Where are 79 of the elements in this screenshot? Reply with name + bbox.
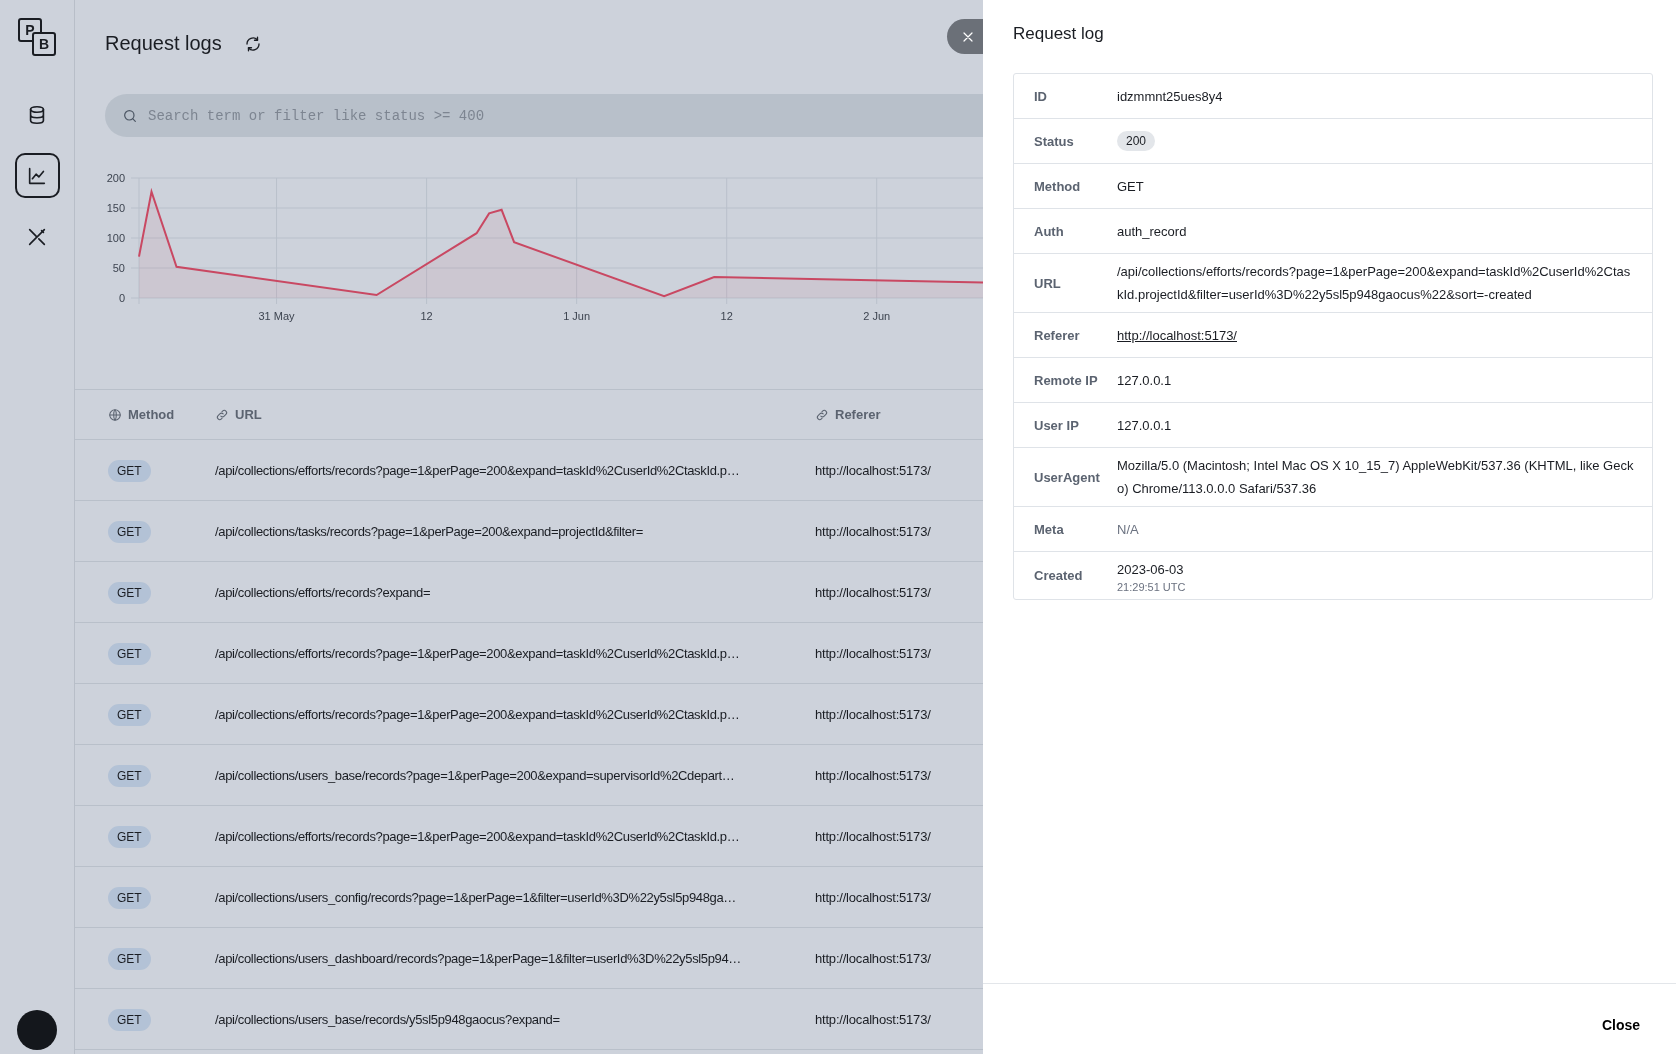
panel-title: Request log <box>1013 24 1105 44</box>
method-badge: GET <box>108 582 151 604</box>
field-value: 127.0.0.1 <box>1117 417 1172 433</box>
field-value: idzmmnt25ues8y4 <box>1117 88 1223 104</box>
url-text: /api/collections/efforts/records?expand= <box>215 585 431 600</box>
field-label: Method <box>1033 178 1082 194</box>
avatar[interactable] <box>17 1010 57 1050</box>
referer-text: http://localhost:5173/ <box>815 951 931 966</box>
field-value: 127.0.0.1 <box>1117 372 1172 388</box>
referer-text: http://localhost:5173/ <box>815 585 931 600</box>
field-value: GET <box>1117 178 1144 194</box>
axis-label: 12 <box>720 310 733 322</box>
field-value: auth_record <box>1117 223 1187 239</box>
method-badge: GET <box>108 1009 151 1031</box>
method-badge: GET <box>108 948 151 970</box>
method-badge: GET <box>108 826 151 848</box>
axis-label: 0 <box>118 292 125 304</box>
method-badge: GET <box>108 460 151 482</box>
column-header[interactable]: Referer <box>815 407 983 422</box>
referer-link[interactable]: http://localhost:5173/ <box>1117 327 1237 343</box>
logo[interactable]: P B <box>18 18 56 56</box>
axis-label: 2 Jun <box>863 310 891 322</box>
url-text: /api/collections/users_base/records?page=1&perPage=200&expand=supervisorId%2Cdepart… <box>215 768 735 783</box>
referer-text: http://localhost:5173/ <box>815 524 931 539</box>
axis-label: 150 <box>106 202 125 214</box>
field-label: Auth <box>1033 223 1065 239</box>
column-header[interactable]: Method <box>75 407 215 422</box>
field-value: N/A <box>1117 521 1139 537</box>
column-header[interactable]: URL <box>215 407 815 422</box>
method-badge: GET <box>108 643 151 665</box>
method-badge: GET <box>108 704 151 726</box>
field-label: User IP <box>1033 417 1080 433</box>
time-text: 21:29:51 UTC <box>1117 581 1187 593</box>
logo-letter: B <box>32 32 56 56</box>
referer-text: http://localhost:5173/ <box>815 829 931 844</box>
link-icon <box>815 407 829 422</box>
link-icon <box>215 407 229 422</box>
method-badge: GET <box>108 765 151 787</box>
field-label: Status <box>1033 133 1075 149</box>
axis-label: 200 <box>106 172 125 184</box>
axis-label: 100 <box>106 232 125 244</box>
axis-label: 31 May <box>258 310 295 322</box>
method-badge: GET <box>108 887 151 909</box>
chart-nav-button[interactable] <box>14 153 60 198</box>
field-value: /api/collections/efforts/records?page=1&perPage=200&expand=taskId%2CuserId%2CtaskId.projectId&filter=userId%3D%22y5sl5p948gaocus%22&sort=-created <box>1117 264 1631 302</box>
url-text: /api/collections/users_config/records?page=1&perPage=1&filter=userId%3D%22y5sl5p948ga… <box>215 890 736 905</box>
url-text: /api/collections/efforts/records?page=1&perPage=200&expand=taskId%2CuserId%2CtaskId.p… <box>215 829 740 844</box>
referer-text: http://localhost:5173/ <box>815 1012 931 1027</box>
field-value: Mozilla/5.0 (Macintosh; Intel Mac OS X 10_15_7) AppleWebKit/537.36 (KHTML, like Gecko) Chrome/113.0.0.0 Safari/537.36 <box>1117 458 1634 496</box>
field-label: Remote IP <box>1033 372 1099 388</box>
url-text: /api/collections/users_dashboard/records?page=1&perPage=1&filter=userId%3D%22y5sl5p94… <box>215 951 741 966</box>
field-label: Referer <box>1033 327 1081 343</box>
globe-icon <box>108 407 122 422</box>
page-title: Request logs <box>105 32 222 55</box>
url-text: /api/collections/efforts/records?page=1&perPage=200&expand=taskId%2CuserId%2CtaskId.p… <box>215 463 740 478</box>
referer-text: http://localhost:5173/ <box>815 463 931 478</box>
field-label: Meta <box>1033 521 1065 537</box>
field-label: ID <box>1033 88 1048 104</box>
refresh-icon <box>243 34 262 53</box>
close-button[interactable]: Close <box>1591 1009 1650 1041</box>
referer-text: http://localhost:5173/ <box>815 707 931 722</box>
method-badge: GET <box>108 521 151 543</box>
field-label: Created <box>1033 568 1084 583</box>
axis-label: 1 Jun <box>563 310 591 322</box>
field-label: URL <box>1033 275 1062 291</box>
referer-text: http://localhost:5173/ <box>815 768 931 783</box>
status-badge: 200 <box>1117 131 1156 151</box>
search-field[interactable]: Search term or filter like status >= 400 <box>105 94 983 137</box>
url-text: /api/collections/users_base/records/y5sl5p948gaocus?expand= <box>215 1012 560 1027</box>
field-label: UserAgent <box>1033 469 1101 485</box>
search-icon <box>122 108 138 124</box>
referer-text: http://localhost:5173/ <box>815 890 931 905</box>
url-text: /api/collections/efforts/records?page=1&perPage=200&expand=taskId%2CuserId%2CtaskId.p… <box>215 646 740 661</box>
url-text: /api/collections/tasks/records?page=1&perPage=200&expand=projectId&filter= <box>215 524 643 539</box>
axis-label: 12 <box>420 310 433 322</box>
axis-label: 50 <box>112 262 125 274</box>
url-text: /api/collections/efforts/records?page=1&perPage=200&expand=taskId%2CuserId%2CtaskId.p… <box>215 707 740 722</box>
referer-text: http://localhost:5173/ <box>815 646 931 661</box>
date-text: 2023-06-03 <box>1117 561 1185 579</box>
